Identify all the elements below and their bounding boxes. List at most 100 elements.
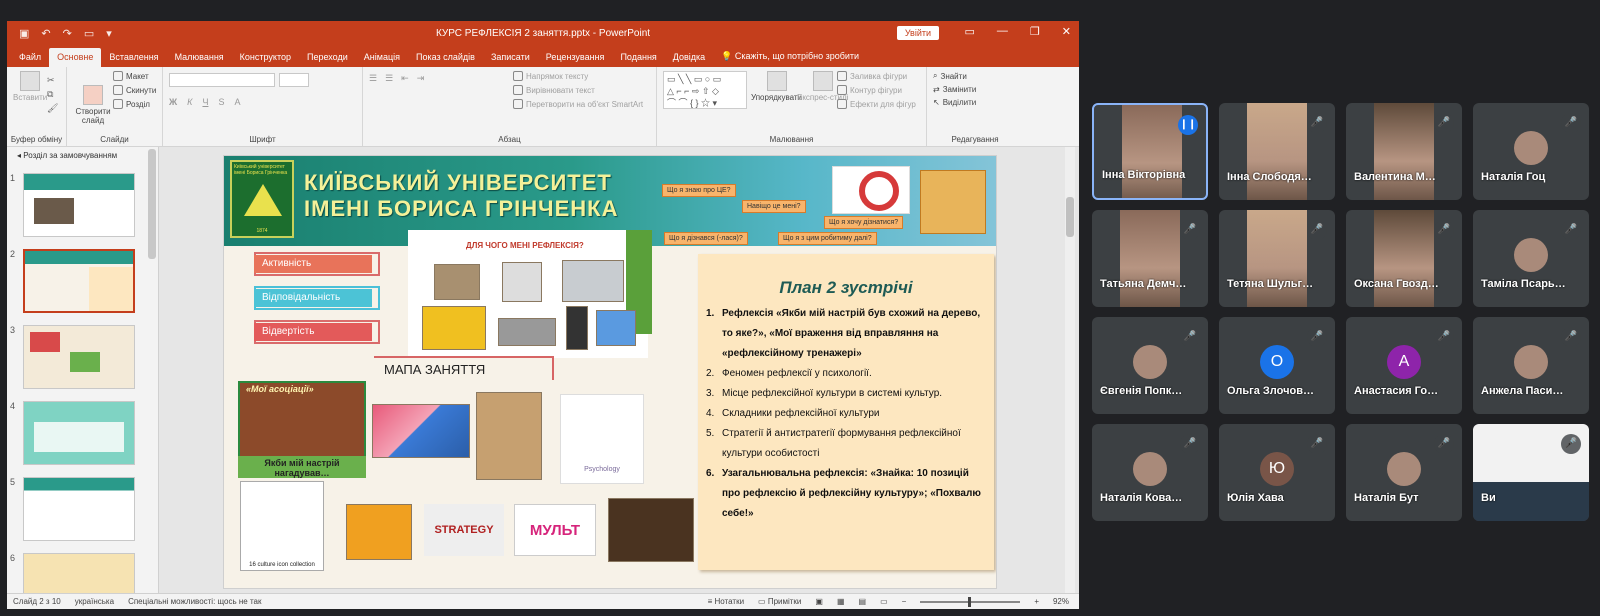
tab-insert[interactable]: Вставлення — [101, 48, 166, 67]
participant-tile[interactable]: 🎤 Наталія Бут — [1346, 424, 1462, 521]
tab-draw[interactable]: Малювання — [167, 48, 232, 67]
participant-tile[interactable]: 🎤 Татьяна Демч… — [1092, 210, 1208, 307]
shape-outline-button[interactable]: Контур фігури — [837, 85, 916, 95]
slideshow-view-icon[interactable]: ▭ — [880, 597, 888, 606]
current-slide[interactable]: Київський університет імені Бориса Грінч… — [223, 155, 997, 589]
tab-record[interactable]: Записати — [483, 48, 538, 67]
smartart-button[interactable]: Перетворити на об'єкт SmartArt — [513, 99, 643, 109]
shape-fill-button[interactable]: Заливка фігури — [837, 71, 916, 81]
undo-icon[interactable]: ↶ — [41, 27, 50, 40]
plan-title: План 2 зустрічі — [779, 278, 913, 297]
reading-view-icon[interactable]: ▤ — [859, 597, 867, 606]
text-direction-button[interactable]: Напрямок тексту — [513, 71, 643, 81]
slide-scrollbar[interactable] — [1065, 147, 1075, 593]
participant-tile[interactable]: 🎤 Оксана Гвозд… — [1346, 210, 1462, 307]
comments-button[interactable]: ▭ Примітки — [758, 597, 801, 606]
slide-thumbnail-4[interactable] — [23, 401, 135, 465]
participant-tile[interactable]: А 🎤 Анастасия Го… — [1346, 317, 1462, 414]
save-icon[interactable]: ▣ — [19, 27, 29, 40]
copy-icon[interactable]: ⧉ — [47, 87, 58, 101]
reset-button[interactable]: Скинути — [113, 85, 156, 95]
find-button[interactable]: ⌕ Знайти — [933, 71, 1017, 81]
font-color-icon[interactable]: A — [234, 97, 240, 107]
avatar — [1387, 452, 1421, 486]
participant-video — [1247, 210, 1307, 307]
tab-review[interactable]: Рецензування — [538, 48, 613, 67]
cut-icon[interactable]: ✂ — [47, 73, 58, 87]
slides-label: Слайди — [100, 135, 129, 144]
zoom-slider[interactable] — [920, 596, 1021, 607]
tab-home[interactable]: Основне — [49, 48, 102, 67]
participant-tile[interactable]: 🎤 Анжела Паси… — [1473, 317, 1589, 414]
arrange-button[interactable]: Упорядкувати — [751, 71, 802, 102]
layout-button[interactable]: Макет — [113, 71, 156, 81]
participant-tile[interactable]: 🎤 Тетяна Шульг… — [1219, 210, 1335, 307]
redo-icon[interactable]: ↷ — [63, 27, 72, 40]
font-name-combo[interactable] — [169, 73, 275, 87]
strike-icon[interactable]: S — [218, 97, 224, 107]
tab-design[interactable]: Конструктор — [232, 48, 299, 67]
participant-tile[interactable]: 🎤 Наталія Кова… — [1092, 424, 1208, 521]
outdent-icon[interactable]: ⇥ — [417, 73, 425, 84]
zoom-out-icon[interactable]: − — [902, 597, 907, 606]
slide-thumbnail-3[interactable] — [23, 325, 135, 389]
ribbon-display-icon[interactable]: ▭ — [965, 25, 975, 38]
participant-tile[interactable]: 🎤 Євгенія Попк… — [1092, 317, 1208, 414]
paste-button[interactable]: Вставити — [13, 71, 47, 102]
slide-thumbnail-2[interactable] — [23, 249, 135, 313]
replace-button[interactable]: ⇄ Замінити — [933, 85, 1017, 94]
participant-name: Наталія Бут — [1354, 492, 1419, 504]
close-icon[interactable]: ✕ — [1062, 25, 1071, 38]
italic-icon[interactable]: К — [187, 97, 192, 107]
sign-in-button[interactable]: Увійти — [896, 26, 939, 40]
zoom-level[interactable]: 92% — [1053, 597, 1069, 606]
select-button[interactable]: ↖ Виділити — [933, 98, 1017, 107]
slide-thumbnail-1[interactable] — [23, 173, 135, 237]
bullets-icon[interactable]: ☰ — [369, 73, 377, 84]
participant-tile[interactable]: 🎤 Ви — [1473, 424, 1589, 521]
new-slide-button[interactable]: Створити слайд — [73, 85, 113, 125]
slide-thumbnail-6[interactable] — [23, 553, 135, 597]
minimize-icon[interactable]: — — [997, 25, 1008, 38]
participant-tile[interactable]: 🎤 Інна Слободя… — [1219, 103, 1335, 200]
participant-tile[interactable]: 🎤 Валентина М… — [1346, 103, 1462, 200]
underline-icon[interactable]: Ч — [202, 97, 208, 107]
slide-thumbnail-5[interactable] — [23, 477, 135, 541]
tab-slideshow[interactable]: Показ слайдів — [408, 48, 483, 67]
mic-muted-icon: 🎤 — [1434, 220, 1454, 240]
participant-tile[interactable]: 🎤 Наталія Гоц — [1473, 103, 1589, 200]
thumbnail-scrollbar[interactable] — [148, 149, 156, 259]
section-header[interactable]: ◂ Розділ за замовчуванням — [7, 147, 158, 160]
notes-button[interactable]: ≡ Нотатки — [708, 597, 744, 606]
sorter-view-icon[interactable]: ▦ — [837, 597, 845, 606]
participant-tile[interactable]: О 🎤 Ольга Злочов… — [1219, 317, 1335, 414]
tab-transitions[interactable]: Переходи — [299, 48, 356, 67]
bold-icon[interactable]: Ж — [169, 97, 177, 107]
shapes-gallery[interactable]: ▭ ╲ ╲ ▭ ○ ▭ △ ⌐ ⌐ ⇨ ⇧ ◇ ⌒ ⌒ { } ☆ ▾ — [663, 71, 747, 109]
restore-icon[interactable]: ❐ — [1030, 25, 1040, 38]
search-icon: ⌕ — [933, 71, 938, 80]
tell-me-search[interactable]: 💡 Скажіть, що потрібно зробити — [713, 47, 867, 67]
normal-view-icon[interactable]: ▣ — [815, 597, 823, 606]
customize-qat-icon[interactable]: ▾ — [106, 27, 112, 40]
label-activity: Активність — [254, 255, 372, 273]
indent-icon[interactable]: ⇤ — [401, 73, 409, 84]
format-painter-icon[interactable]: 🖌 — [47, 101, 58, 115]
accessibility-status[interactable]: Спеціальні можливості: щось не так — [128, 597, 261, 606]
language-status[interactable]: українська — [75, 597, 114, 606]
participant-tile[interactable]: Ю 🎤 Юлія Хава — [1219, 424, 1335, 521]
numbering-icon[interactable]: ☰ — [385, 73, 393, 84]
start-from-beginning-icon[interactable]: ▭ — [84, 27, 94, 40]
tab-animations[interactable]: Анімація — [356, 48, 408, 67]
why-reflection-title: ДЛЯ ЧОГО МЕНІ РЕФЛЕКСІЯ? — [466, 241, 584, 250]
tab-file[interactable]: Файл — [11, 48, 49, 67]
shape-effects-button[interactable]: Ефекти для фігур — [837, 99, 916, 109]
tab-view[interactable]: Подання — [612, 48, 664, 67]
tab-help[interactable]: Довідка — [665, 48, 713, 67]
zoom-in-icon[interactable]: + — [1034, 597, 1039, 606]
participant-tile[interactable]: 🎤 Таміла Псарь… — [1473, 210, 1589, 307]
align-text-button[interactable]: Вирівнювати текст — [513, 85, 643, 95]
participant-tile[interactable]: ❙❙ Інна Вікторівна — [1092, 103, 1208, 200]
section-button[interactable]: Розділ — [113, 99, 156, 109]
font-size-combo[interactable] — [279, 73, 309, 87]
